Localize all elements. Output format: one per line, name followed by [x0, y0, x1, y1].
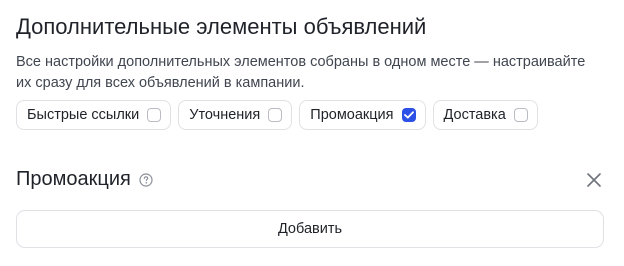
delivery-checkbox[interactable]	[513, 108, 528, 122]
add-button[interactable]: Добавить	[16, 210, 604, 248]
close-icon[interactable]	[586, 172, 602, 188]
chip-label: Быстрые ссылки	[27, 107, 140, 123]
page-title: Дополнительные элементы объявлений	[16, 14, 427, 39]
question-circle-icon[interactable]	[139, 172, 153, 187]
element-chip-group: Быстрые ссылки Уточнения Промоакция Дост…	[16, 100, 538, 130]
description-text: Все настройки дополнительных элементов с…	[16, 54, 586, 91]
chip-delivery[interactable]: Доставка	[432, 100, 538, 130]
section-title-promo: Промоакция	[16, 168, 153, 191]
chip-promo[interactable]: Промоакция	[299, 100, 426, 130]
chip-label: Уточнения	[189, 107, 261, 123]
chip-label: Промоакция	[310, 107, 394, 123]
section-title-text: Промоакция	[16, 168, 131, 190]
chip-clarifications[interactable]: Уточнения	[178, 100, 293, 130]
promo-checkbox[interactable]	[401, 108, 416, 122]
quick-links-checkbox[interactable]	[147, 108, 162, 122]
checkmark-icon	[403, 111, 414, 119]
chip-quick-links[interactable]: Быстрые ссылки	[16, 100, 172, 130]
clarifications-checkbox[interactable]	[268, 108, 283, 122]
chip-label: Доставка	[443, 107, 506, 123]
